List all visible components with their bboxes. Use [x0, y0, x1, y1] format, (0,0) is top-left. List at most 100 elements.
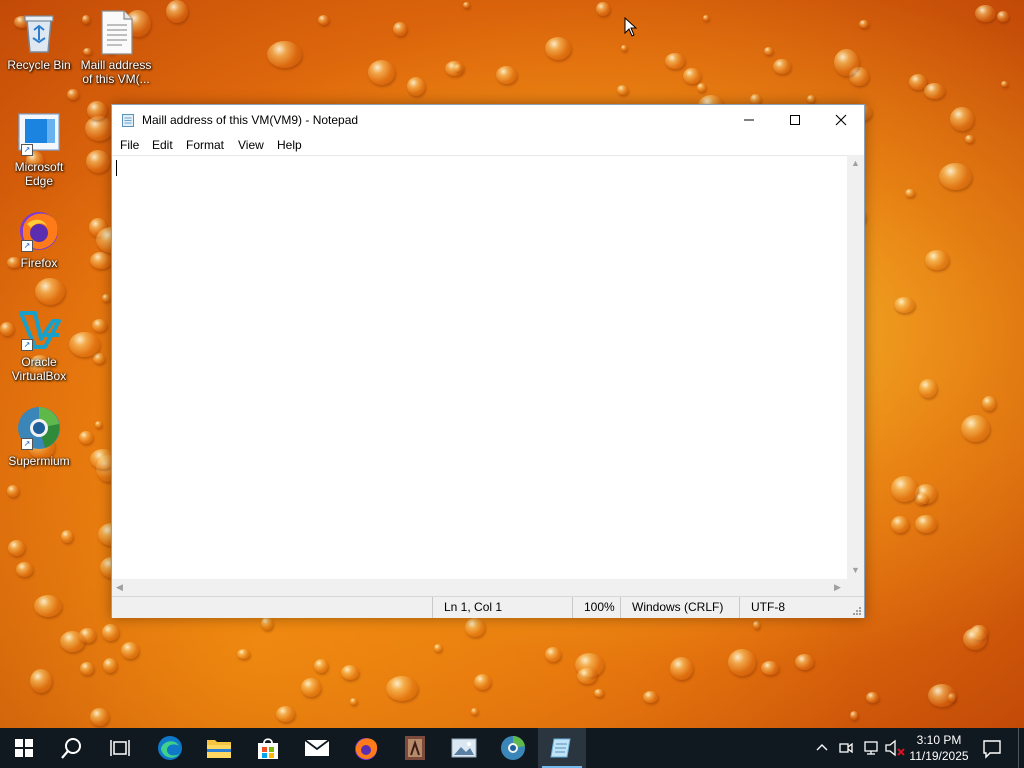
- water-droplet: [318, 15, 330, 25]
- water-droplet: [925, 250, 949, 270]
- water-droplet: [866, 692, 880, 703]
- supermium-icon: [501, 735, 525, 760]
- water-droplet: [276, 706, 296, 722]
- water-droplet: [683, 68, 701, 84]
- desktop: Recycle Bin Maill address of this VM(...: [0, 0, 1024, 728]
- show-desktop-button[interactable]: [1018, 728, 1024, 768]
- menu-help[interactable]: Help: [277, 138, 302, 152]
- volume-muted-icon[interactable]: [884, 739, 906, 757]
- desktop-icon-recycle-bin[interactable]: Recycle Bin: [1, 8, 77, 72]
- water-droplet: [643, 691, 659, 703]
- water-droplet: [928, 684, 956, 707]
- desktop-icon-microsoft-edge[interactable]: ↗ Microsoft Edge: [1, 110, 77, 188]
- scroll-down-icon[interactable]: ▼: [851, 565, 860, 575]
- menu-view[interactable]: View: [238, 138, 264, 152]
- water-droplet: [924, 83, 945, 99]
- desktop-icon-oracle-virtualbox[interactable]: ↗ Oracle VirtualBox: [1, 305, 77, 383]
- vertical-scrollbar[interactable]: ▲ ▼: [847, 155, 864, 579]
- network-icon[interactable]: [862, 740, 880, 756]
- taskbar-store-button[interactable]: [244, 728, 292, 768]
- water-droplet: [87, 101, 108, 120]
- scroll-right-icon[interactable]: ▶: [834, 582, 841, 593]
- water-droplet: [728, 649, 757, 676]
- water-droplet: [965, 135, 974, 143]
- scroll-up-icon[interactable]: ▲: [851, 158, 860, 168]
- meet-now-icon[interactable]: [838, 740, 854, 756]
- supermium-icon: ↗: [15, 404, 63, 452]
- taskbar: 3:10 PM 11/19/2025: [0, 728, 1024, 768]
- water-droplet: [16, 562, 33, 577]
- window-title: Maill address of this VM(VM9) - Notepad: [142, 113, 359, 127]
- water-droplet: [314, 659, 328, 673]
- water-droplet: [975, 5, 997, 22]
- water-droplet: [34, 595, 62, 617]
- water-droplet: [102, 624, 119, 641]
- water-droplet: [545, 647, 561, 662]
- system-clock[interactable]: 3:10 PM 11/19/2025: [908, 732, 970, 764]
- water-droplet: [386, 676, 418, 701]
- scroll-left-icon[interactable]: ◀: [116, 582, 123, 593]
- app-icon: [405, 736, 425, 760]
- water-droplet: [891, 476, 918, 502]
- resize-grip-icon[interactable]: [852, 606, 862, 616]
- maximize-button[interactable]: [772, 105, 818, 135]
- water-droplet: [697, 83, 707, 92]
- search-icon: [61, 738, 81, 759]
- taskbar-photos-button[interactable]: [440, 728, 488, 768]
- close-icon: [835, 114, 847, 126]
- menu-file[interactable]: File: [120, 138, 139, 152]
- text-editor[interactable]: [112, 155, 847, 580]
- shortcut-arrow-icon: ↗: [21, 339, 33, 351]
- water-droplet: [915, 515, 937, 533]
- notifications-icon[interactable]: [982, 739, 1002, 759]
- water-droplet: [764, 47, 773, 55]
- desktop-icon-label: Maill address of this VM(...: [80, 58, 152, 86]
- water-droplet: [61, 530, 73, 543]
- water-droplet: [103, 658, 117, 673]
- taskbar-file-explorer-button[interactable]: [195, 728, 243, 768]
- water-droplet: [237, 649, 250, 659]
- desktop-icon-supermium[interactable]: ↗ Supermium: [1, 404, 77, 468]
- close-button[interactable]: [818, 105, 864, 135]
- chevron-up-icon[interactable]: [816, 742, 828, 752]
- minimize-button[interactable]: [726, 105, 772, 135]
- water-droplet: [807, 95, 815, 103]
- water-droplet: [8, 540, 26, 556]
- taskbar-firefox-button[interactable]: [342, 728, 390, 768]
- water-droplet: [939, 163, 972, 190]
- water-droplet: [594, 689, 604, 697]
- text-file-icon: [92, 8, 140, 56]
- mail-icon: [304, 739, 330, 756]
- water-droplet: [795, 654, 814, 670]
- menu-format[interactable]: Format: [186, 138, 224, 152]
- menu-bar: File Edit Format View Help: [112, 135, 864, 155]
- taskbar-app-button[interactable]: [391, 728, 439, 768]
- water-droplet: [90, 708, 110, 726]
- desktop-icon-firefox[interactable]: ↗ Firefox: [1, 206, 77, 270]
- start-button[interactable]: [0, 728, 48, 768]
- notepad-window[interactable]: Maill address of this VM(VM9) - Notepad …: [111, 104, 865, 618]
- recycle-bin-icon: [15, 8, 63, 56]
- water-droplet: [915, 493, 928, 505]
- water-droplet: [665, 53, 686, 69]
- water-droplet: [445, 61, 464, 76]
- task-view-button[interactable]: [96, 728, 144, 768]
- taskbar-notepad-button[interactable]: [538, 728, 586, 768]
- clock-time: 3:10 PM: [916, 733, 962, 747]
- shortcut-arrow-icon: ↗: [21, 438, 33, 450]
- taskbar-supermium-button[interactable]: [489, 728, 537, 768]
- edge-icon: ↗: [15, 110, 63, 158]
- water-droplet: [166, 0, 188, 23]
- water-droplet: [894, 297, 915, 313]
- horizontal-scrollbar[interactable]: ◀ ▶: [112, 579, 847, 596]
- title-bar[interactable]: Maill address of this VM(VM9) - Notepad: [112, 105, 864, 135]
- taskbar-edge-button[interactable]: [146, 728, 194, 768]
- start-icon: [15, 739, 33, 757]
- search-button[interactable]: [48, 728, 96, 768]
- water-droplet: [961, 415, 990, 442]
- menu-edit[interactable]: Edit: [152, 138, 173, 152]
- taskbar-mail-button[interactable]: [293, 728, 341, 768]
- desktop-icon-mail-address-file[interactable]: Maill address of this VM(...: [78, 8, 154, 86]
- water-droplet: [919, 379, 938, 398]
- status-bar: Ln 1, Col 1 100% Windows (CRLF) UTF-8: [112, 596, 864, 618]
